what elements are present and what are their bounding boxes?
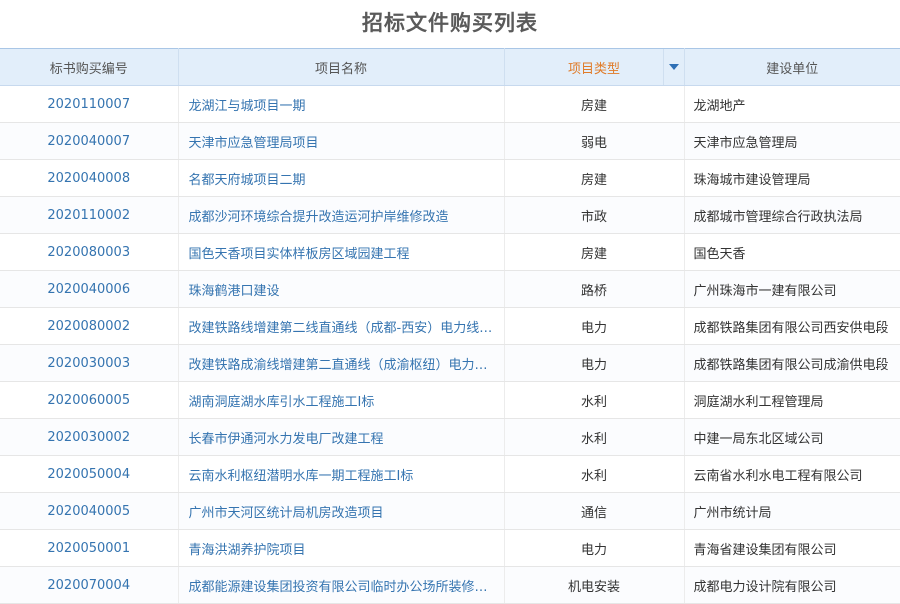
column-header-type-label: 项目类型 bbox=[567, 61, 620, 77]
project-type-cell: 机电安装 bbox=[504, 566, 685, 604]
project-name-link[interactable]: 珠海鹤港口建设 bbox=[178, 270, 505, 308]
project-type-cell: 弱电 bbox=[504, 122, 685, 160]
project-name-link[interactable]: 成都能源建设集团投资有限公司临时办公场所装修… bbox=[178, 566, 505, 604]
construction-unit-cell: 中建一局东北区域公司 bbox=[684, 418, 900, 456]
project-name-link[interactable]: 成都沙河环境综合提升改造运河护岸维修改造 bbox=[178, 196, 505, 234]
tender-code-link[interactable]: 2020040006 bbox=[0, 270, 179, 308]
tender-code-link[interactable]: 2020080003 bbox=[0, 233, 179, 271]
construction-unit-cell: 成都铁路集团有限公司西安供电段 bbox=[684, 307, 900, 345]
tender-code-link[interactable]: 2020110007 bbox=[0, 85, 179, 123]
project-name-link[interactable]: 云南水利枢纽潜明水库一期工程施工I标 bbox=[178, 455, 505, 493]
table-row[interactable]: 2020080002 改建铁路线增建第二线直通线（成都-西安）电力线… 电力 成都铁路… bbox=[0, 307, 900, 345]
tender-purchase-table: 标书购买编号 项目名称 项目类型 建设单位 2020110007 龙湖江与城项目一… bbox=[0, 48, 900, 604]
table-row[interactable]: 2020040006 珠海鹤港口建设 路桥 广州珠海市一建有限公司 bbox=[0, 270, 900, 308]
construction-unit-cell: 成都铁路集团有限公司成渝供电段 bbox=[684, 344, 900, 382]
tender-code-link[interactable]: 2020030002 bbox=[0, 418, 179, 456]
construction-unit-cell: 广州市统计局 bbox=[684, 492, 900, 530]
tender-code-link[interactable]: 2020080002 bbox=[0, 307, 179, 345]
table-row[interactable]: 2020040008 名都天府城项目二期 房建 珠海城市建设管理局 bbox=[0, 159, 900, 197]
table-row[interactable]: 2020110007 龙湖江与城项目一期 房建 龙湖地产 bbox=[0, 85, 900, 123]
construction-unit-cell: 成都城市管理综合行政执法局 bbox=[684, 196, 900, 234]
project-type-cell: 电力 bbox=[504, 529, 685, 567]
table-header-row: 标书购买编号 项目名称 项目类型 建设单位 bbox=[0, 48, 900, 86]
tender-code-link[interactable]: 2020040008 bbox=[0, 159, 179, 197]
project-name-link[interactable]: 改建铁路线增建第二线直通线（成都-西安）电力线… bbox=[178, 307, 505, 345]
project-type-cell: 房建 bbox=[504, 233, 685, 271]
project-type-cell: 路桥 bbox=[504, 270, 685, 308]
project-type-cell: 房建 bbox=[504, 159, 685, 197]
project-name-link[interactable]: 龙湖江与城项目一期 bbox=[178, 85, 505, 123]
project-type-cell: 市政 bbox=[504, 196, 685, 234]
table-row[interactable]: 2020070004 成都能源建设集团投资有限公司临时办公场所装修… 机电安装 成都电… bbox=[0, 566, 900, 604]
column-header-code[interactable]: 标书购买编号 bbox=[0, 48, 179, 86]
project-name-link[interactable]: 广州市天河区统计局机房改造项目 bbox=[178, 492, 505, 530]
table-row[interactable]: 2020060005 湖南洞庭湖水库引水工程施工I标 水利 洞庭湖水利工程管理局 bbox=[0, 381, 900, 419]
tender-code-link[interactable]: 2020070004 bbox=[0, 566, 179, 604]
project-name-link[interactable]: 天津市应急管理局项目 bbox=[178, 122, 505, 160]
project-type-cell: 水利 bbox=[504, 455, 685, 493]
construction-unit-cell: 云南省水利水电工程有限公司 bbox=[684, 455, 900, 493]
table-row[interactable]: 2020050001 青海洪湖养护院项目 电力 青海省建设集团有限公司 bbox=[0, 529, 900, 567]
tender-code-link[interactable]: 2020040007 bbox=[0, 122, 179, 160]
tender-code-link[interactable]: 2020050001 bbox=[0, 529, 179, 567]
table-row[interactable]: 2020080003 国色天香项目实体样板房区域园建工程 房建 国色天香 bbox=[0, 233, 900, 271]
construction-unit-cell: 成都电力设计院有限公司 bbox=[684, 566, 900, 604]
table-row[interactable]: 2020040007 天津市应急管理局项目 弱电 天津市应急管理局 bbox=[0, 122, 900, 160]
table-row[interactable]: 2020110002 成都沙河环境综合提升改造运河护岸维修改造 市政 成都城市管理综合… bbox=[0, 196, 900, 234]
project-type-cell: 水利 bbox=[504, 418, 685, 456]
project-type-cell: 通信 bbox=[504, 492, 685, 530]
construction-unit-cell: 广州珠海市一建有限公司 bbox=[684, 270, 900, 308]
project-name-link[interactable]: 国色天香项目实体样板房区域园建工程 bbox=[178, 233, 505, 271]
table-row[interactable]: 2020050004 云南水利枢纽潜明水库一期工程施工I标 水利 云南省水利水电工程有… bbox=[0, 455, 900, 493]
project-name-link[interactable]: 改建铁路成渝线增建第二直通线（成渝枢纽）电力… bbox=[178, 344, 505, 382]
project-type-cell: 电力 bbox=[504, 307, 685, 345]
construction-unit-cell: 天津市应急管理局 bbox=[684, 122, 900, 160]
construction-unit-cell: 珠海城市建设管理局 bbox=[684, 159, 900, 197]
construction-unit-cell: 龙湖地产 bbox=[684, 85, 900, 123]
column-header-name[interactable]: 项目名称 bbox=[178, 48, 505, 86]
construction-unit-cell: 青海省建设集团有限公司 bbox=[684, 529, 900, 567]
tender-code-link[interactable]: 2020060005 bbox=[0, 381, 179, 419]
table-row[interactable]: 2020040005 广州市天河区统计局机房改造项目 通信 广州市统计局 bbox=[0, 492, 900, 530]
column-header-type[interactable]: 项目类型 bbox=[504, 48, 685, 86]
page-title: 招标文件购买列表 bbox=[0, 0, 900, 48]
caret-down-icon bbox=[668, 64, 679, 70]
tender-code-link[interactable]: 2020050004 bbox=[0, 455, 179, 493]
table-row[interactable]: 2020030003 改建铁路成渝线增建第二直通线（成渝枢纽）电力… 电力 成都铁路集… bbox=[0, 344, 900, 382]
construction-unit-cell: 国色天香 bbox=[684, 233, 900, 271]
tender-code-link[interactable]: 2020030003 bbox=[0, 344, 179, 382]
project-name-link[interactable]: 湖南洞庭湖水库引水工程施工I标 bbox=[178, 381, 505, 419]
table-row[interactable]: 2020030002 长春市伊通河水力发电厂改建工程 水利 中建一局东北区域公司 bbox=[0, 418, 900, 456]
project-type-cell: 电力 bbox=[504, 344, 685, 382]
tender-code-link[interactable]: 2020040005 bbox=[0, 492, 179, 530]
project-name-link[interactable]: 青海洪湖养护院项目 bbox=[178, 529, 505, 567]
project-name-link[interactable]: 名都天府城项目二期 bbox=[178, 159, 505, 197]
tender-code-link[interactable]: 2020110002 bbox=[0, 196, 179, 234]
construction-unit-cell: 洞庭湖水利工程管理局 bbox=[684, 381, 900, 419]
project-type-cell: 房建 bbox=[504, 85, 685, 123]
column-header-unit[interactable]: 建设单位 bbox=[684, 48, 900, 86]
project-type-cell: 水利 bbox=[504, 381, 685, 419]
project-name-link[interactable]: 长春市伊通河水力发电厂改建工程 bbox=[178, 418, 505, 456]
type-filter-button[interactable] bbox=[662, 49, 684, 85]
